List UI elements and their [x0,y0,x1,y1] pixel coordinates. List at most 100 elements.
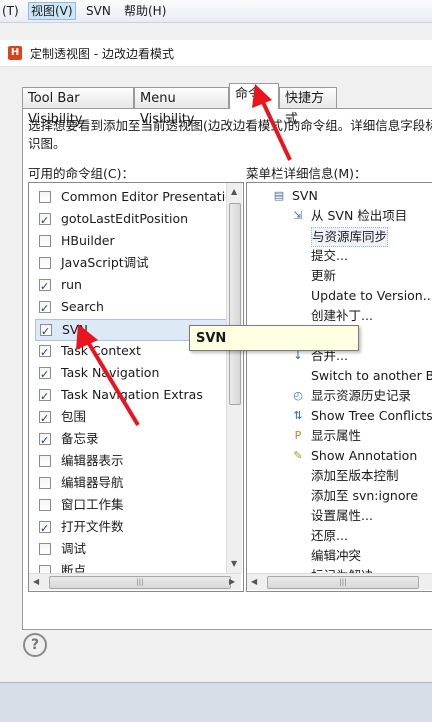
tab-menu-visibility[interactable]: Menu Visibility [134,87,229,127]
checkbox[interactable] [39,299,51,319]
menu-detail-label: Update to Version... [311,288,432,303]
tree-scroll-left-icon[interactable]: ◀ [251,577,257,586]
instructions-text: 选择想要看到添加至当前透视图(边改边看模式)的命令组。详细信息字段标识图。 [28,118,432,151]
command-group-item[interactable]: run [35,275,231,297]
checkbox[interactable] [39,431,51,451]
checkout-icon: ⇲ [293,209,303,222]
dialog-title: 定制透视图 - 边改边看模式 [30,47,174,61]
tab-commands[interactable]: 命令 [229,83,279,109]
help-icon[interactable]: ? [23,633,47,657]
checkbox[interactable] [39,519,51,539]
menu-help[interactable]: 帮助(H) [122,3,168,19]
command-groups-label: 可用的命令组(C)： [28,166,134,181]
command-group-item[interactable]: Task Navigation Extras [35,385,231,407]
command-group-item[interactable]: Search [35,297,231,319]
checkbox[interactable] [39,191,51,203]
menu-detail-label: 编辑冲突 [311,548,362,563]
checkbox[interactable] [39,499,51,511]
tooltip: SVN [189,325,359,351]
command-group-item[interactable]: 备忘录 [35,429,231,451]
menu-detail-item[interactable]: ▤ SVN [274,187,318,205]
menu-detail-label: 从 SVN 检出项目 [311,208,408,223]
menu-detail-item[interactable]: Update to Version... [311,287,432,305]
merge-icon: ↓ [293,349,303,362]
command-group-label: gotoLastEditPosition [61,211,189,226]
command-group-item[interactable]: Common Editor Presentation [35,187,241,207]
checkbox[interactable] [40,322,52,342]
tab-toolbar-visibility[interactable]: Tool Bar Visibility [22,87,134,127]
scroll-down-icon[interactable]: ▼ [231,559,237,568]
command-group-item[interactable]: JavaScript调试 [35,253,231,273]
command-group-label: 包围 [61,409,87,424]
menu-detail-label: Switch to another Bra [311,368,432,383]
menu-detail-item[interactable]: 与资源库同步 [311,227,389,247]
menu-detail-label: 更新 [311,268,337,283]
menu-detail-item[interactable]: ◴ 显示资源历史记录 [293,387,412,405]
tree-hscroll-thumb[interactable]: ||| [267,576,419,589]
menu-detail-label: 设置属性... [311,508,373,523]
menu-detail-item[interactable]: 创建补丁... [311,307,373,325]
command-group-label: Task Context [61,343,141,358]
menu-detail-item[interactable]: ⇅ Show Tree Conflicts [293,407,432,425]
scroll-left-icon[interactable]: ◀ [33,577,39,586]
menu-detail-item[interactable]: ⇲ 从 SVN 检出项目 [293,207,408,225]
command-group-item[interactable]: 编辑器表示 [35,451,231,471]
menu-detail-label: 创建补丁... [311,308,373,323]
tree-horizontal-scrollbar[interactable]: ◀ ||| [247,573,432,590]
menu-detail-item[interactable]: 还原... [311,527,348,545]
menu-view[interactable]: 视图(V) [28,2,76,20]
menu-detail-item[interactable]: 添加至 svn:ignore [311,487,418,505]
command-group-item[interactable]: HBuilder [35,231,231,251]
properties-icon: P [294,429,302,442]
menu-detail-item[interactable]: 更新 [311,267,336,285]
menu-detail-item[interactable]: P 显示属性 [295,427,361,445]
scroll-thumb[interactable] [229,203,241,405]
command-group-item[interactable]: gotoLastEditPosition [35,209,231,231]
menu-detail-label: 显示资源历史记录 [311,388,412,403]
menu-svn[interactable]: SVN [84,3,113,19]
command-group-label: run [61,277,82,292]
menu-tools[interactable]: (T) [0,3,21,19]
checkbox[interactable] [39,211,51,231]
checkbox[interactable] [39,257,51,269]
command-group-item[interactable]: 包围 [35,407,231,429]
command-group-item[interactable]: 调试 [35,539,231,559]
checkbox[interactable] [39,235,51,247]
command-group-label: Common Editor Presentation [61,189,241,204]
checkbox[interactable] [39,365,51,385]
command-group-label: Task Navigation Extras [61,387,203,402]
command-group-item[interactable]: 窗口工作集 [35,495,231,515]
scroll-up-icon[interactable]: ▲ [231,187,237,196]
scroll-right-icon[interactable]: ▶ [229,577,235,586]
menu-detail-item[interactable]: 设置属性... [311,507,373,525]
menu-detail-label: 还原... [311,528,348,543]
command-group-item[interactable]: 打开文件数 [35,517,231,539]
menu-detail-item[interactable]: 添加至版本控制 [311,467,399,485]
checkbox[interactable] [39,343,51,363]
command-group-label: JavaScript调试 [61,255,149,270]
checkbox[interactable] [39,477,51,489]
tab-shortcuts[interactable]: 快捷方式 [279,87,337,127]
hscroll-thumb[interactable]: ||| [49,576,231,589]
menu-bar: (T) 视图(V) SVN 帮助(H) [0,0,432,23]
checkbox[interactable] [39,543,51,555]
menu-detail-item[interactable]: 编辑冲突 [311,547,361,565]
command-list-horizontal-scrollbar[interactable]: ◀ ||| ▶ [29,573,241,590]
checkbox[interactable] [39,277,51,297]
menubar-details-tree[interactable]: ▤ SVN ⇲ 从 SVN 检出项目与资源库同步 提交... 更新 Update to Ve… [246,182,432,592]
annotation-icon: ✎ [293,449,303,462]
command-group-label: Search [61,299,104,314]
menu-detail-label: 添加至 svn:ignore [311,488,419,503]
menu-detail-item[interactable]: Switch to another Bra [311,367,432,385]
checkbox[interactable] [39,387,51,407]
checkbox[interactable] [39,455,51,467]
menu-detail-label: Show Tree Conflicts [311,408,432,423]
command-groups-list[interactable]: Common Editor Presentation gotoLastEditPo… [28,182,244,592]
command-group-label: SVN [62,322,88,337]
checkbox[interactable] [39,409,51,429]
command-group-item[interactable]: Task Navigation [35,363,231,385]
menu-detail-item[interactable]: ✎ Show Annotation [293,447,417,465]
menu-detail-item[interactable]: 提交... [311,247,348,265]
command-list-vertical-scrollbar[interactable]: ▲ ▼ [226,183,242,573]
command-group-item[interactable]: 编辑器导航 [35,473,231,493]
